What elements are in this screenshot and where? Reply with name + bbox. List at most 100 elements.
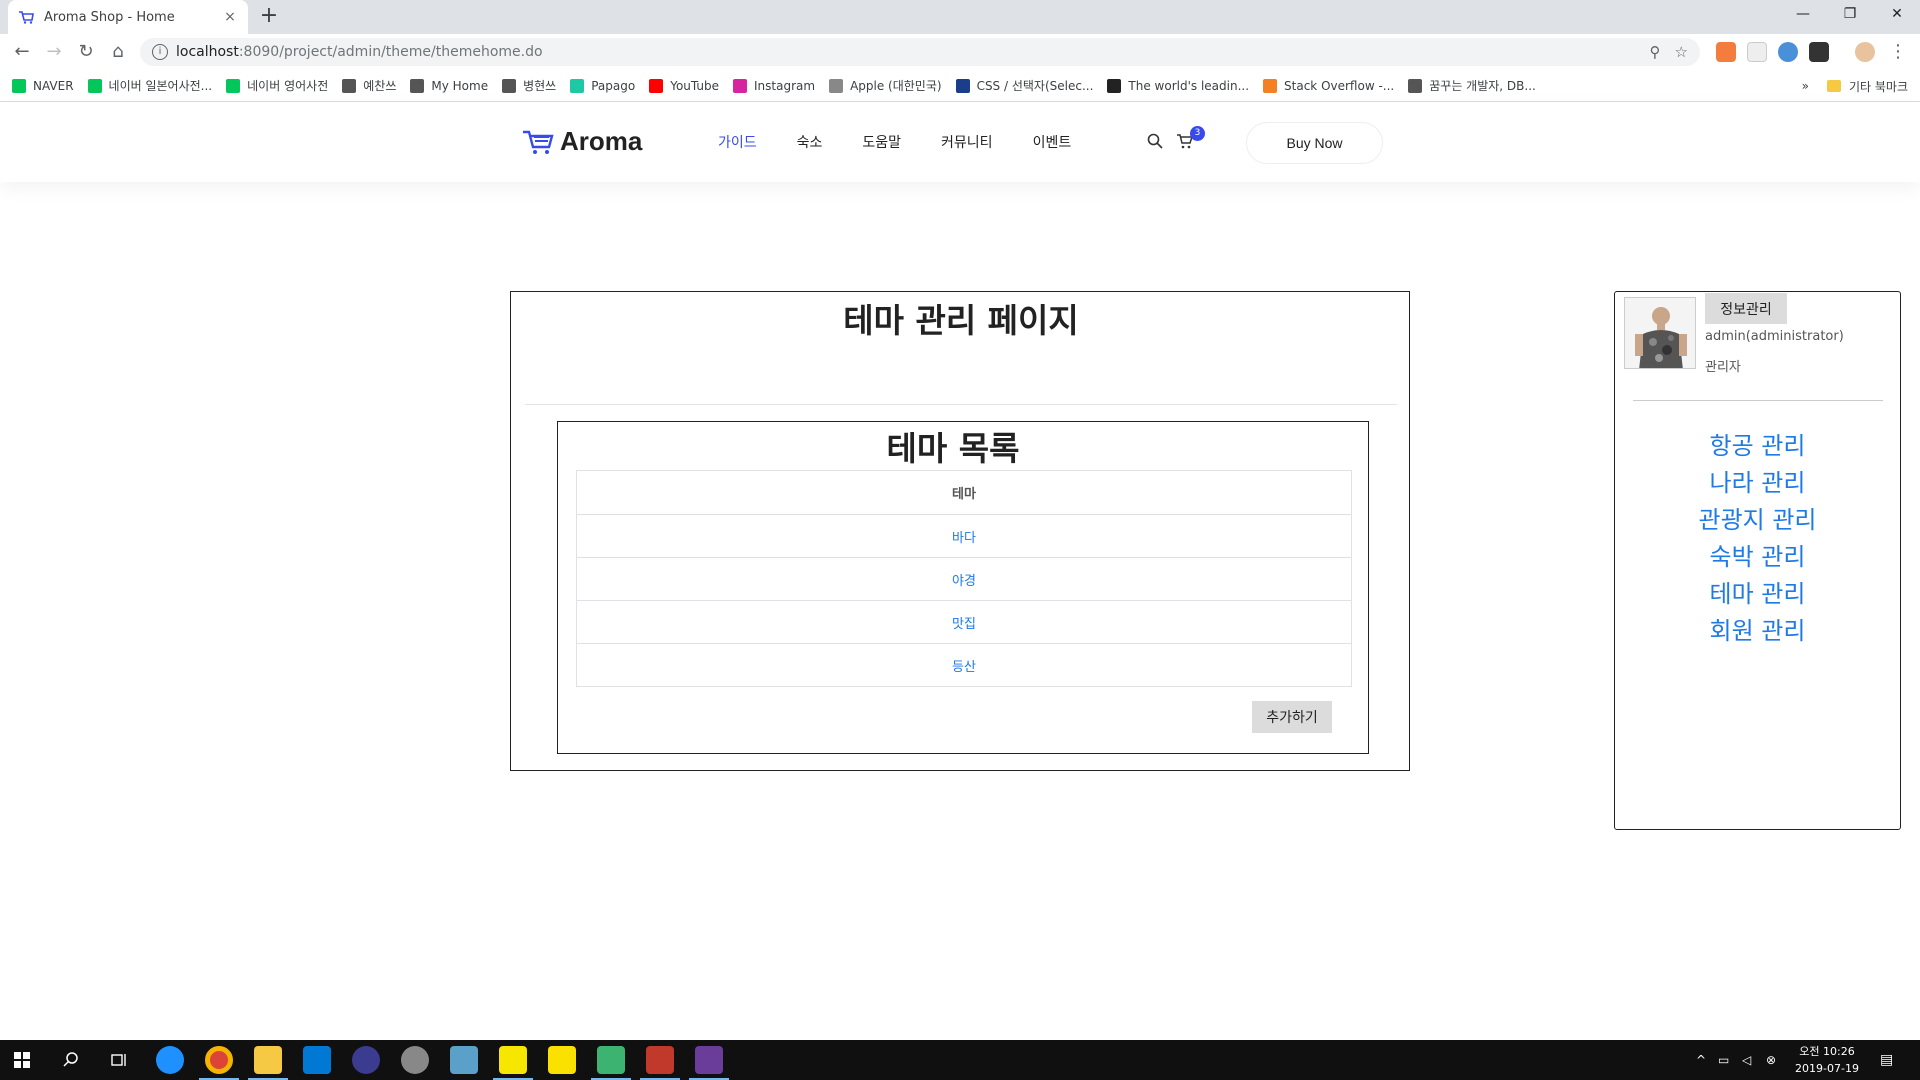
theme-row-link[interactable]: 바다 — [577, 514, 1351, 557]
sticky-notes-icon[interactable] — [499, 1046, 527, 1074]
bookmark-item[interactable]: Stack Overflow -... — [1263, 78, 1394, 93]
extension-icon[interactable] — [1747, 42, 1767, 62]
chrome-icon[interactable] — [205, 1046, 233, 1074]
restore-icon[interactable]: ❐ — [1827, 0, 1873, 30]
bookmark-item[interactable]: CSS / 선택자(Selec... — [955, 77, 1093, 94]
bookmark-item[interactable]: 병현쓰 — [502, 77, 556, 94]
app-icon[interactable] — [450, 1046, 478, 1074]
forward-icon[interactable]: → — [42, 40, 66, 64]
extension-icon[interactable] — [1778, 42, 1798, 62]
bookmark-favicon-icon — [12, 78, 26, 93]
theme-row-link[interactable]: 야경 — [577, 557, 1351, 600]
profile-manage-button[interactable]: 정보관리 — [1705, 293, 1787, 324]
divider — [525, 404, 1397, 405]
admin-menu-link[interactable]: 나라 관리 — [1615, 465, 1900, 502]
back-icon[interactable]: ← — [10, 40, 34, 64]
bookmark-item[interactable]: Papago — [570, 78, 635, 93]
bookmark-item[interactable]: 네이버 일본어사전... — [87, 77, 213, 94]
theme-row-link[interactable]: 등산 — [577, 643, 1351, 686]
vscode-icon[interactable] — [303, 1046, 331, 1074]
bookmark-favicon-icon — [733, 78, 747, 93]
bookmark-item[interactable]: YouTube — [649, 78, 719, 93]
search-icon[interactable] — [1146, 132, 1164, 150]
task-view-icon[interactable] — [110, 1051, 128, 1069]
theme-list-box: 테마 목록 테마 바다 야경 맛집 등산 추가하기 — [557, 421, 1369, 754]
file-explorer-icon[interactable] — [254, 1046, 282, 1074]
address-bar[interactable]: i localhost :8090/project/admin/theme/th… — [140, 38, 1700, 66]
bookmark-label: YouTube — [670, 78, 719, 93]
admin-menu-link[interactable]: 숙박 관리 — [1615, 539, 1900, 576]
close-window-icon[interactable]: ✕ — [1874, 0, 1920, 30]
minimize-icon[interactable]: — — [1780, 0, 1826, 30]
nav-item[interactable]: 이벤트 — [1033, 132, 1072, 152]
home-icon[interactable]: ⌂ — [106, 40, 130, 64]
search-icon[interactable] — [62, 1051, 80, 1069]
bookmark-label: 네이버 일본어사전... — [108, 79, 213, 93]
user-role: 관리자 — [1705, 360, 1741, 375]
bookmark-favicon-icon — [829, 78, 844, 93]
bookmark-label: 예찬쓰 — [363, 79, 397, 93]
admin-sidebar: 정보관리 admin(administrator) 관리자 항공 관리 나라 관리… — [1614, 291, 1901, 830]
bookmark-item[interactable]: NAVER — [12, 78, 74, 93]
bookmark-favicon-icon — [342, 78, 357, 93]
site-info-icon[interactable]: i — [152, 44, 168, 60]
bookmark-item[interactable]: 꿈꾸는 개발자, DB... — [1408, 77, 1536, 94]
app-icon[interactable] — [646, 1046, 674, 1074]
buy-now-button[interactable]: Buy Now — [1246, 122, 1383, 164]
nav-item[interactable]: 도움말 — [862, 132, 901, 152]
theme-table: 테마 바다 야경 맛집 등산 — [576, 470, 1352, 687]
nav-item[interactable]: 숙소 — [797, 132, 823, 152]
volume-icon[interactable]: ◁ — [1742, 1040, 1751, 1080]
theme-row-link[interactable]: 맛집 — [577, 600, 1351, 643]
reload-icon[interactable]: ↻ — [74, 40, 98, 64]
extension-icon[interactable] — [1809, 42, 1829, 62]
bookmark-item[interactable]: The world's leadin... — [1107, 78, 1249, 93]
admin-menu-link[interactable]: 회원 관리 — [1615, 613, 1900, 650]
bookmarks-overflow-icon[interactable]: » — [1802, 79, 1809, 93]
nav-item[interactable]: 커뮤니티 — [941, 132, 993, 152]
new-tab-button[interactable]: + — [256, 4, 282, 30]
add-theme-button[interactable]: 추가하기 — [1252, 701, 1332, 733]
zoom-icon[interactable]: ⚲ — [1650, 43, 1661, 61]
admin-menu-link[interactable]: 항공 관리 — [1615, 428, 1900, 465]
bookmark-item[interactable]: 네이버 영어사전 — [226, 77, 328, 94]
bookmark-favicon-icon — [502, 78, 517, 93]
bookmarks-bar: NAVER 네이버 일본어사전... 네이버 영어사전 예찬쓰 My Home 병현쓰 Pa… — [0, 70, 1920, 102]
status-icon[interactable]: ⊗ — [1766, 1040, 1776, 1080]
system-clock[interactable]: 오전 10:26 2019-07-19 — [1792, 1043, 1862, 1077]
bookmark-favicon-icon — [1408, 78, 1423, 93]
bookmark-item[interactable]: My Home — [410, 78, 488, 93]
bookmark-item[interactable]: 예찬쓰 — [342, 77, 396, 94]
kakaotalk-icon[interactable] — [548, 1046, 576, 1074]
browser-tab[interactable]: Aroma Shop - Home × — [8, 0, 248, 34]
other-bookmarks[interactable]: » 기타 북마크 — [1802, 70, 1908, 102]
bookmark-favicon-icon — [955, 78, 970, 93]
site-header: Aroma 가이드 숙소 도움말 커뮤니티 이벤트 3 Buy Now — [0, 102, 1920, 182]
theme-admin-panel: 테마 관리 페이지 테마 목록 테마 바다 야경 맛집 등산 추가하기 — [510, 291, 1410, 771]
bookmark-label: Instagram — [754, 78, 816, 93]
eclipse-icon[interactable] — [352, 1046, 380, 1074]
app-icon[interactable] — [695, 1046, 723, 1074]
notifications-icon[interactable]: ▤ — [1880, 1040, 1893, 1080]
admin-menu-link[interactable]: 테마 관리 — [1615, 576, 1900, 613]
divider — [1633, 400, 1883, 401]
bookmark-item[interactable]: Instagram — [733, 78, 816, 93]
edge-icon[interactable] — [156, 1046, 184, 1074]
bookmark-item[interactable]: Apple (대한민국) — [829, 77, 942, 94]
menu-kebab-icon[interactable]: ⋮ — [1886, 40, 1910, 64]
admin-menu-link[interactable]: 관광지 관리 — [1615, 502, 1900, 539]
site-logo[interactable]: Aroma — [522, 126, 642, 157]
bookmark-favicon-icon — [570, 78, 585, 93]
extension-icon[interactable] — [1716, 42, 1736, 62]
network-icon[interactable]: ▭ — [1718, 1040, 1729, 1080]
app-icon[interactable] — [401, 1046, 429, 1074]
windows-start-icon[interactable] — [14, 1052, 30, 1068]
app-icon[interactable] — [597, 1046, 625, 1074]
nav-item[interactable]: 가이드 — [718, 132, 757, 152]
tray-overflow-icon[interactable]: ^ — [1696, 1040, 1706, 1080]
tab-close-icon[interactable]: × — [222, 9, 238, 25]
bookmark-label: 네이버 영어사전 — [247, 79, 329, 93]
bookmark-favicon-icon — [1263, 78, 1278, 93]
bookmark-star-icon[interactable]: ☆ — [1675, 43, 1688, 61]
profile-avatar-icon[interactable] — [1855, 42, 1875, 62]
